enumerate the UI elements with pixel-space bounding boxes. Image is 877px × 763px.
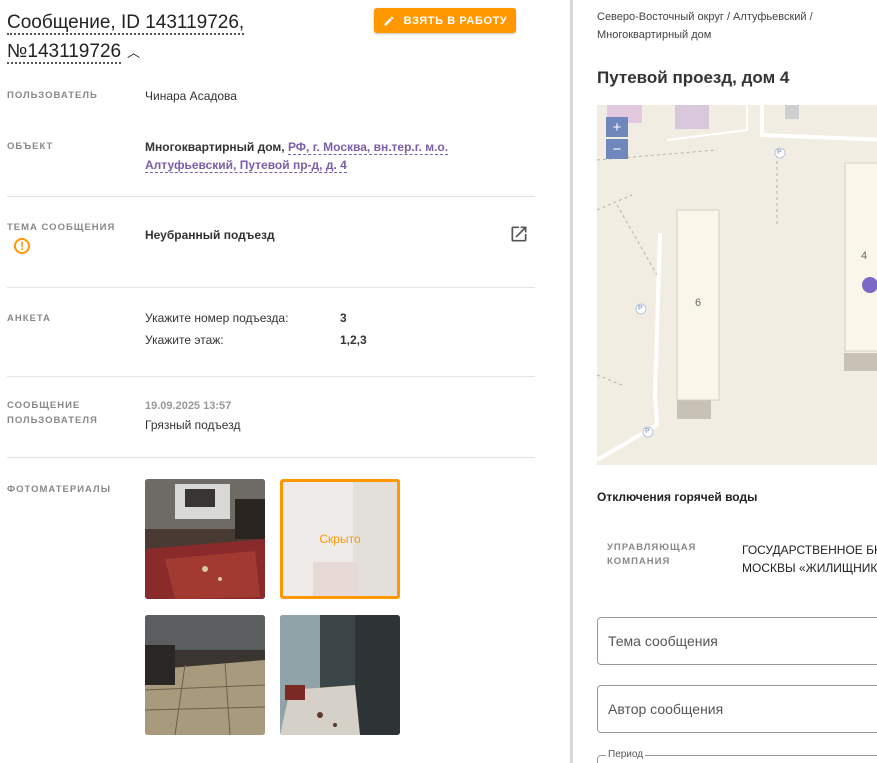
object-type: Многоквартирный дом, [145,140,285,154]
divider [7,457,535,458]
panel-splitter[interactable] [570,0,573,763]
zoom-in-button[interactable]: + [606,117,628,137]
question-1: Укажите номер подъезда: [145,311,289,325]
message-text: Грязный подъезд [145,418,241,432]
building-6-label: 6 [695,297,702,309]
hot-water-outages-title: Отключения горячей воды [597,490,758,504]
warning-icon: ! [14,238,30,254]
management-value-line-2: МОСКВЫ «ЖИЛИЩНИК [742,561,877,575]
pencil-icon [384,16,394,25]
user-label: ПОЛЬЗОВАТЕЛЬ [7,90,98,101]
management-value-line-1: ГОСУДАРСТВЕННОЕ БК [742,543,877,557]
message-label: СООБЩЕНИЕ ПОЛЬЗОВАТЕЛЯ [7,398,98,428]
topic-label: ТЕМА СООБЩЕНИЯ [7,222,116,233]
object-panel: Северо-Восточный округ / Алтуфьевский / … [577,0,877,763]
take-to-work-label: ВЗЯТЬ В РАБОТУ [403,14,508,27]
object-value: Многоквартирный дом, РФ, г. Москва, вн.т… [145,138,465,174]
chevron-up-icon[interactable]: ︿ [127,38,140,67]
divider [7,376,535,377]
management-company-label: УПРАВЛЯЮЩАЯ КОМПАНИЯ [607,541,696,569]
take-to-work-button[interactable]: ВЗЯТЬ В РАБОТУ [374,8,516,33]
photo-thumbnail-hidden[interactable]: Скрыто [280,479,400,599]
parking-label-1: P [777,149,782,156]
breadcrumb-line-2: Многоквартирный дом [597,29,712,41]
question-2: Укажите этаж: [145,333,224,347]
hidden-label: Скрыто [319,532,361,546]
answer-2: 1,2,3 [340,333,367,347]
object-label: ОБЪЕКТ [7,141,54,152]
management-label-line-2: КОМПАНИЯ [607,556,671,567]
title-line-1: Сообщение, ID 143119726, [7,12,245,35]
divider [7,196,535,197]
breadcrumb: Северо-Восточный округ / Алтуфьевский / … [597,8,877,44]
form-label: АНКЕТА [7,313,51,324]
zoom-out-button[interactable]: − [606,139,628,159]
period-field[interactable]: Период [597,749,877,763]
photo-thumbnail-1[interactable] [145,479,265,599]
period-label: Период [606,749,646,760]
message-panel: Сообщение, ID 143119726, №143119726 ︿ ВЗЯ… [0,0,560,763]
breadcrumb-line-1: Северо-Восточный округ / Алтуфьевский / [597,11,813,23]
map[interactable]: 6 4 P P P + − [597,105,877,465]
answer-1: 3 [340,311,347,325]
building-4-label: 4 [861,250,868,262]
author-input[interactable] [597,685,877,733]
management-company-value: ГОСУДАРСТВЕННОЕ БК МОСКВЫ «ЖИЛИЩНИК [742,541,877,577]
topic-input[interactable] [597,617,877,665]
photo-thumbnail-4[interactable] [280,615,400,735]
message-label-line-1: СООБЩЕНИЕ [7,400,81,411]
address-title: Путевой проезд, дом 4 [597,68,790,87]
message-label-line-2: ПОЛЬЗОВАТЕЛЯ [7,415,98,426]
divider [7,287,535,288]
management-label-line-1: УПРАВЛЯЮЩАЯ [607,542,697,553]
page-title: Сообщение, ID 143119726, №143119726 ︿ [7,8,307,67]
photo-thumbnail-3[interactable] [145,615,265,735]
user-value: Чинара Асадова [145,89,237,103]
topic-value: Неубранный подъезд [145,228,275,242]
parking-label-2: P [638,305,643,312]
title-line-2: №143119726 [7,41,122,64]
external-link-icon[interactable] [509,224,529,244]
message-date: 19.09.2025 13:57 [145,400,232,412]
parking-label-3: P [645,428,650,435]
photos-label: ФОТОМАТЕРИАЛЫ [7,484,112,495]
